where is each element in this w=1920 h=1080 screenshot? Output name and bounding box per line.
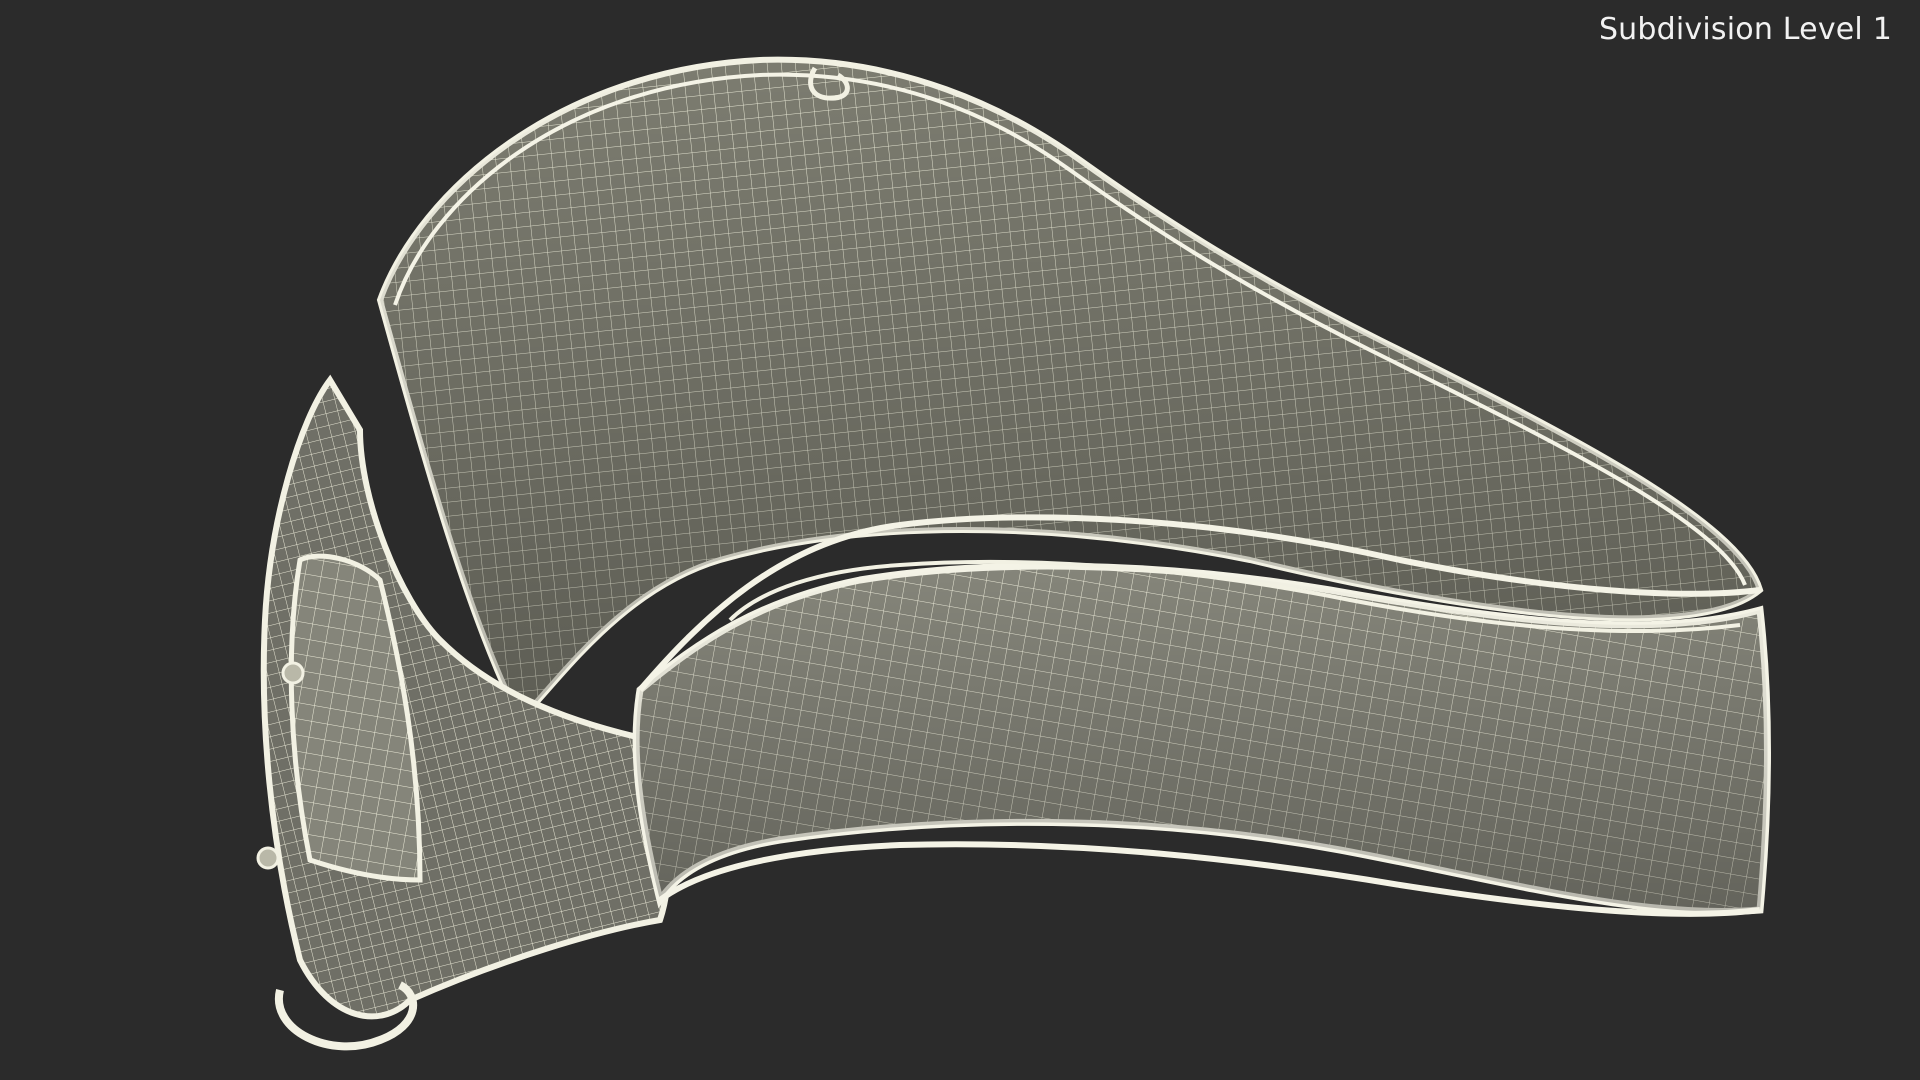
rivet-bottom	[256, 846, 280, 870]
3d-viewport[interactable]: Subdivision Level 1	[0, 0, 1920, 1080]
wireframe-model	[256, 56, 1771, 1051]
subdivision-level-label: Subdivision Level 1	[1598, 12, 1892, 47]
rivet-top	[281, 661, 305, 685]
